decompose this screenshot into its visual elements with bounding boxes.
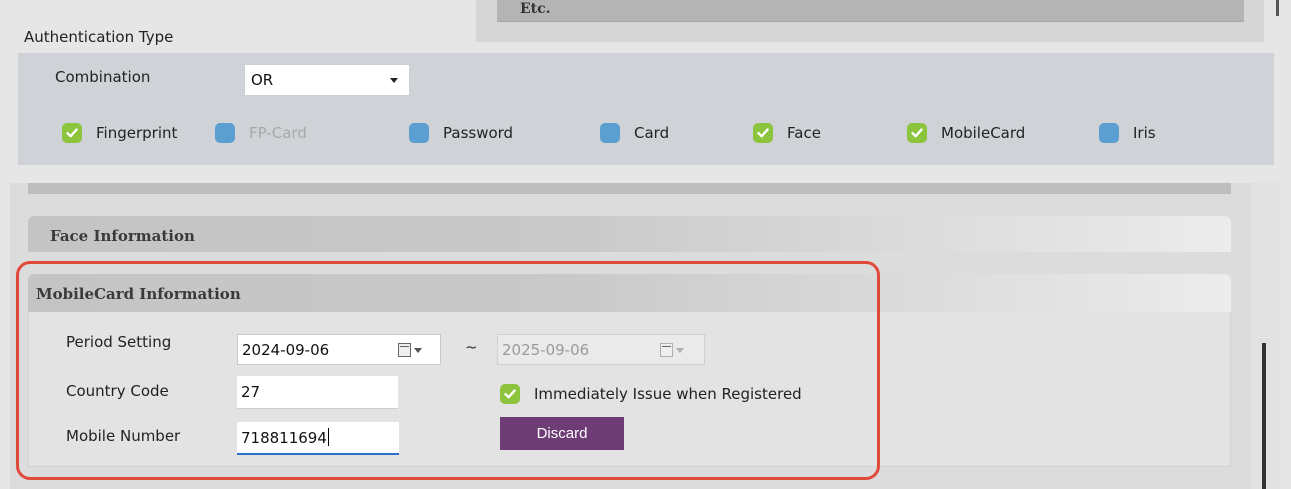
- auth-method-label: Fingerprint: [96, 124, 178, 142]
- checkbox-checked-icon[interactable]: [500, 384, 520, 404]
- auth-method-label: Face: [787, 124, 821, 142]
- period-end-date-picker: 2025-09-06: [497, 334, 705, 365]
- checkbox-unchecked-icon[interactable]: [1099, 123, 1119, 143]
- checkbox-unchecked-icon[interactable]: [409, 123, 429, 143]
- calendar-icon[interactable]: [398, 342, 428, 358]
- etc-section-header[interactable]: [497, 0, 1244, 22]
- country-code-input[interactable]: 27: [237, 376, 398, 409]
- auth-method-label: MobileCard: [941, 124, 1026, 142]
- checkbox-unchecked-icon[interactable]: [600, 123, 620, 143]
- etc-section-title: Etc.: [520, 1, 551, 17]
- auth-method-fingerprint[interactable]: Fingerprint: [62, 120, 177, 146]
- mobile-number-input[interactable]: 718811694: [237, 422, 399, 455]
- auth-method-card[interactable]: Card: [600, 120, 669, 146]
- auth-method-face[interactable]: Face: [753, 120, 821, 146]
- period-separator: ~: [465, 338, 478, 356]
- checkbox-checked-icon[interactable]: [753, 123, 773, 143]
- immediately-issue-checkbox[interactable]: Immediately Issue when Registered: [500, 381, 802, 407]
- period-setting-label: Period Setting: [66, 333, 172, 351]
- authentication-type-panel: [18, 53, 1274, 165]
- authentication-type-title: Authentication Type: [24, 28, 174, 46]
- auth-method-password[interactable]: Password: [409, 120, 513, 146]
- checkbox-checked-icon[interactable]: [62, 123, 82, 143]
- checkbox-unchecked-icon: [215, 123, 235, 143]
- calendar-icon: [660, 342, 690, 358]
- scrollbar-thumb[interactable]: [1262, 343, 1266, 489]
- auth-method-mobilecard[interactable]: MobileCard: [907, 120, 1025, 146]
- auth-method-fp-card: FP-Card: [215, 120, 307, 146]
- period-start-date-picker[interactable]: 2024-09-06: [237, 334, 441, 365]
- period-start-value: 2024-09-06: [242, 341, 330, 359]
- mobile-number-label: Mobile Number: [66, 427, 181, 445]
- auth-method-label: Password: [443, 124, 514, 142]
- mobilecard-information-title: MobileCard Information: [36, 285, 241, 303]
- auth-method-iris[interactable]: Iris: [1099, 120, 1156, 146]
- auth-method-label: FP-Card: [249, 124, 307, 142]
- combination-label: Combination: [55, 68, 151, 86]
- mobile-number-value: 718811694: [241, 429, 327, 447]
- country-code-value: 27: [241, 383, 261, 401]
- discard-button[interactable]: Discard: [500, 417, 624, 450]
- face-information-title: Face Information: [50, 227, 195, 245]
- top-scrollbar-thumb[interactable]: [1276, 0, 1279, 16]
- chevron-down-icon: [390, 78, 398, 83]
- combination-value: OR: [251, 71, 274, 89]
- text-cursor: [327, 428, 329, 446]
- auth-method-label: Card: [634, 124, 670, 142]
- face-information-header[interactable]: [28, 216, 1231, 252]
- combination-select[interactable]: OR: [244, 64, 410, 96]
- auth-method-label: Iris: [1133, 124, 1156, 142]
- period-end-value: 2025-09-06: [502, 341, 590, 359]
- immediately-issue-label: Immediately Issue when Registered: [534, 385, 802, 403]
- checkbox-checked-icon[interactable]: [907, 123, 927, 143]
- country-code-label: Country Code: [66, 382, 169, 400]
- horizontal-divider: [28, 183, 1231, 194]
